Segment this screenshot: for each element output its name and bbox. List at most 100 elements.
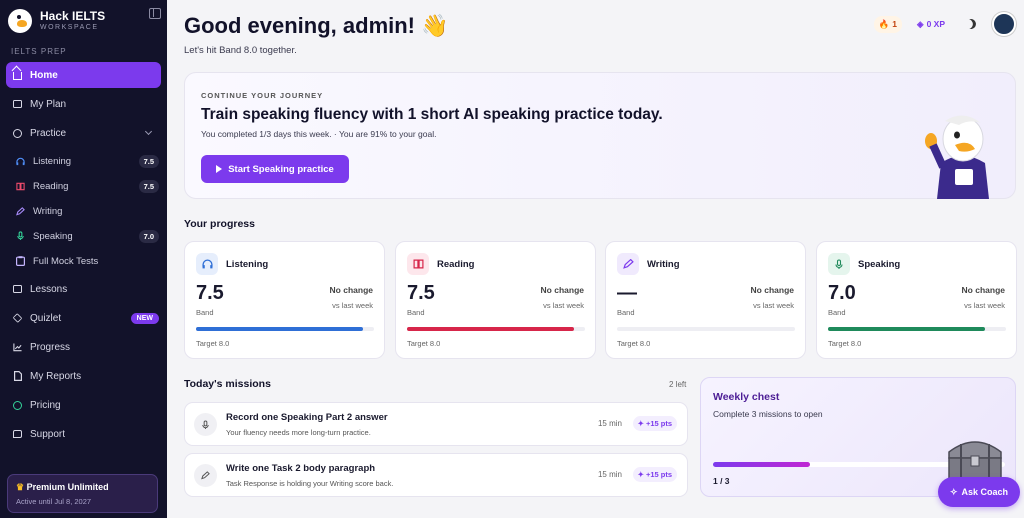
play-icon xyxy=(216,165,223,173)
change-period: vs last week xyxy=(543,301,584,310)
sidebar-item-label: My Reports xyxy=(30,370,82,382)
progress-fill xyxy=(196,327,364,331)
pen-icon xyxy=(16,206,25,216)
sidebar-sub-reading[interactable]: Reading 7.5 xyxy=(16,176,159,196)
journey-card: CONTINUE YOUR JOURNEY Train speaking flu… xyxy=(184,72,1016,199)
progress-section-title: Your progress xyxy=(184,218,255,230)
brand-name: Hack IELTS xyxy=(40,9,106,23)
clipboard-icon xyxy=(16,256,25,266)
xp-badge[interactable]: ◈ 0 XP xyxy=(912,16,950,33)
band-label: Band xyxy=(617,308,635,317)
progress-fill xyxy=(828,327,985,331)
sidebar-sub-label: Writing xyxy=(33,205,63,217)
sidebar-sub-writing[interactable]: Writing xyxy=(16,201,159,221)
target-label: Target 8.0 xyxy=(196,339,230,348)
sidebar-item-my-reports[interactable]: My Reports xyxy=(6,363,161,389)
target-label: Target 8.0 xyxy=(828,339,862,348)
progress-track xyxy=(196,327,374,331)
sidebar-item-label: Pricing xyxy=(30,399,61,411)
chevron-down-icon xyxy=(144,127,153,136)
microphone-icon xyxy=(16,231,25,241)
mission-item[interactable]: Record one Speaking Part 2 answer Your f… xyxy=(184,402,688,446)
brand[interactable]: Hack IELTS WORKSPACE xyxy=(8,6,160,36)
premium-sub: Active until Jul 8, 2027 xyxy=(16,497,92,506)
moon-icon[interactable] xyxy=(965,18,978,31)
chest-title: Weekly chest xyxy=(713,391,780,403)
mission-points-value: +15 pts xyxy=(645,470,672,479)
sidebar-item-support[interactable]: Support xyxy=(6,421,161,447)
band-score: 7.5 xyxy=(407,282,435,304)
progress-card-listening[interactable]: Listening 7.5 Band No change vs last wee… xyxy=(184,241,385,359)
sidebar: Hack IELTS WORKSPACE IELTS PREP Home My … xyxy=(0,0,167,518)
progress-card-writing[interactable]: Writing — Band No change vs last week Ta… xyxy=(605,241,806,359)
change-period: vs last week xyxy=(332,301,373,310)
sidebar-item-my-plan[interactable]: My Plan xyxy=(6,91,161,117)
xp-count: 0 XP xyxy=(926,19,945,29)
band-score: 7.0 xyxy=(828,282,856,304)
chat-icon xyxy=(13,430,22,439)
mission-item[interactable]: Write one Task 2 body paragraph Task Res… xyxy=(184,453,688,497)
sidebar-item-pricing[interactable]: Pricing xyxy=(6,392,161,418)
sidebar-sub-full-mock-tests[interactable]: Full Mock Tests xyxy=(16,251,159,271)
sidebar-item-label: Quizlet xyxy=(30,312,62,324)
card-title: Reading xyxy=(437,259,475,270)
microphone-icon xyxy=(194,413,217,436)
change-label: No change xyxy=(329,285,373,295)
change-period: vs last week xyxy=(753,301,794,310)
target-label: Target 8.0 xyxy=(617,339,651,348)
card-title: Listening xyxy=(226,259,269,270)
collapse-sidebar-icon[interactable] xyxy=(149,8,161,19)
gem-icon: ◈ xyxy=(917,18,924,29)
progress-fill xyxy=(407,327,575,331)
topbar-actions: 🔥 1 ◈ 0 XP xyxy=(873,12,1016,36)
microphone-icon xyxy=(828,253,850,275)
sidebar-sub-listening[interactable]: Listening 7.5 xyxy=(16,151,159,171)
crown-icon: ♛ xyxy=(16,482,25,492)
start-speaking-label: Start Speaking practice xyxy=(228,163,334,175)
sidebar-sub-label: Full Mock Tests xyxy=(33,255,99,267)
avatar[interactable] xyxy=(992,12,1016,36)
sparkle-icon: ✦ xyxy=(637,470,646,479)
headphones-icon xyxy=(196,253,218,275)
pen-icon xyxy=(194,464,217,487)
score-badge: 7.5 xyxy=(138,179,159,193)
ask-coach-button[interactable]: ✧ Ask Coach xyxy=(938,477,1020,507)
change-label: No change xyxy=(750,285,794,295)
change-label: No change xyxy=(961,285,1005,295)
score-badge: 7.0 xyxy=(138,229,159,243)
layers-icon xyxy=(12,313,23,323)
book-icon xyxy=(407,253,429,275)
sidebar-item-label: Support xyxy=(30,428,66,440)
journey-title: Train speaking fluency with 1 short AI s… xyxy=(201,106,663,123)
sidebar-sub-label: Listening xyxy=(33,155,72,167)
brand-sub: WORKSPACE xyxy=(40,24,99,31)
section-label: IELTS PREP xyxy=(11,47,67,56)
sidebar-item-home[interactable]: Home xyxy=(6,62,161,88)
mission-points: ✦ +15 pts xyxy=(632,416,677,431)
eagle-mascot-illustration xyxy=(925,115,989,199)
sidebar-sub-label: Speaking xyxy=(33,230,73,242)
pen-icon xyxy=(617,253,639,275)
sidebar-item-label: Lessons xyxy=(30,283,68,295)
progress-card-speaking[interactable]: Speaking 7.0 Band No change vs last week… xyxy=(816,241,1017,359)
score-badge: 7.5 xyxy=(138,154,159,168)
progress-card-reading[interactable]: Reading 7.5 Band No change vs last week … xyxy=(395,241,596,359)
mission-title: Write one Task 2 body paragraph xyxy=(226,463,376,474)
sidebar-item-lessons[interactable]: Lessons xyxy=(6,276,161,302)
sidebar-item-progress[interactable]: Progress xyxy=(6,334,161,360)
progress-track xyxy=(828,327,1006,331)
progress-track xyxy=(407,327,585,331)
premium-card[interactable]: ♛ Premium Unlimited Active until Jul 8, … xyxy=(7,474,158,513)
streak-badge[interactable]: 🔥 1 xyxy=(873,15,903,33)
start-speaking-button[interactable]: Start Speaking practice xyxy=(201,155,349,183)
mission-description: Your fluency needs more long-turn practi… xyxy=(226,428,371,437)
eagle-logo-icon xyxy=(8,9,32,33)
sidebar-item-quizlet[interactable]: Quizlet NEW xyxy=(6,305,161,331)
band-label: Band xyxy=(407,308,425,317)
sidebar-sub-speaking[interactable]: Speaking 7.0 xyxy=(16,226,159,246)
missions-left-count: 2 left xyxy=(669,380,687,389)
new-badge: NEW xyxy=(130,312,159,324)
sidebar-item-label: Home xyxy=(30,69,58,81)
sparkle-icon: ✧ xyxy=(949,486,958,497)
sidebar-item-practice[interactable]: Practice xyxy=(6,120,161,146)
